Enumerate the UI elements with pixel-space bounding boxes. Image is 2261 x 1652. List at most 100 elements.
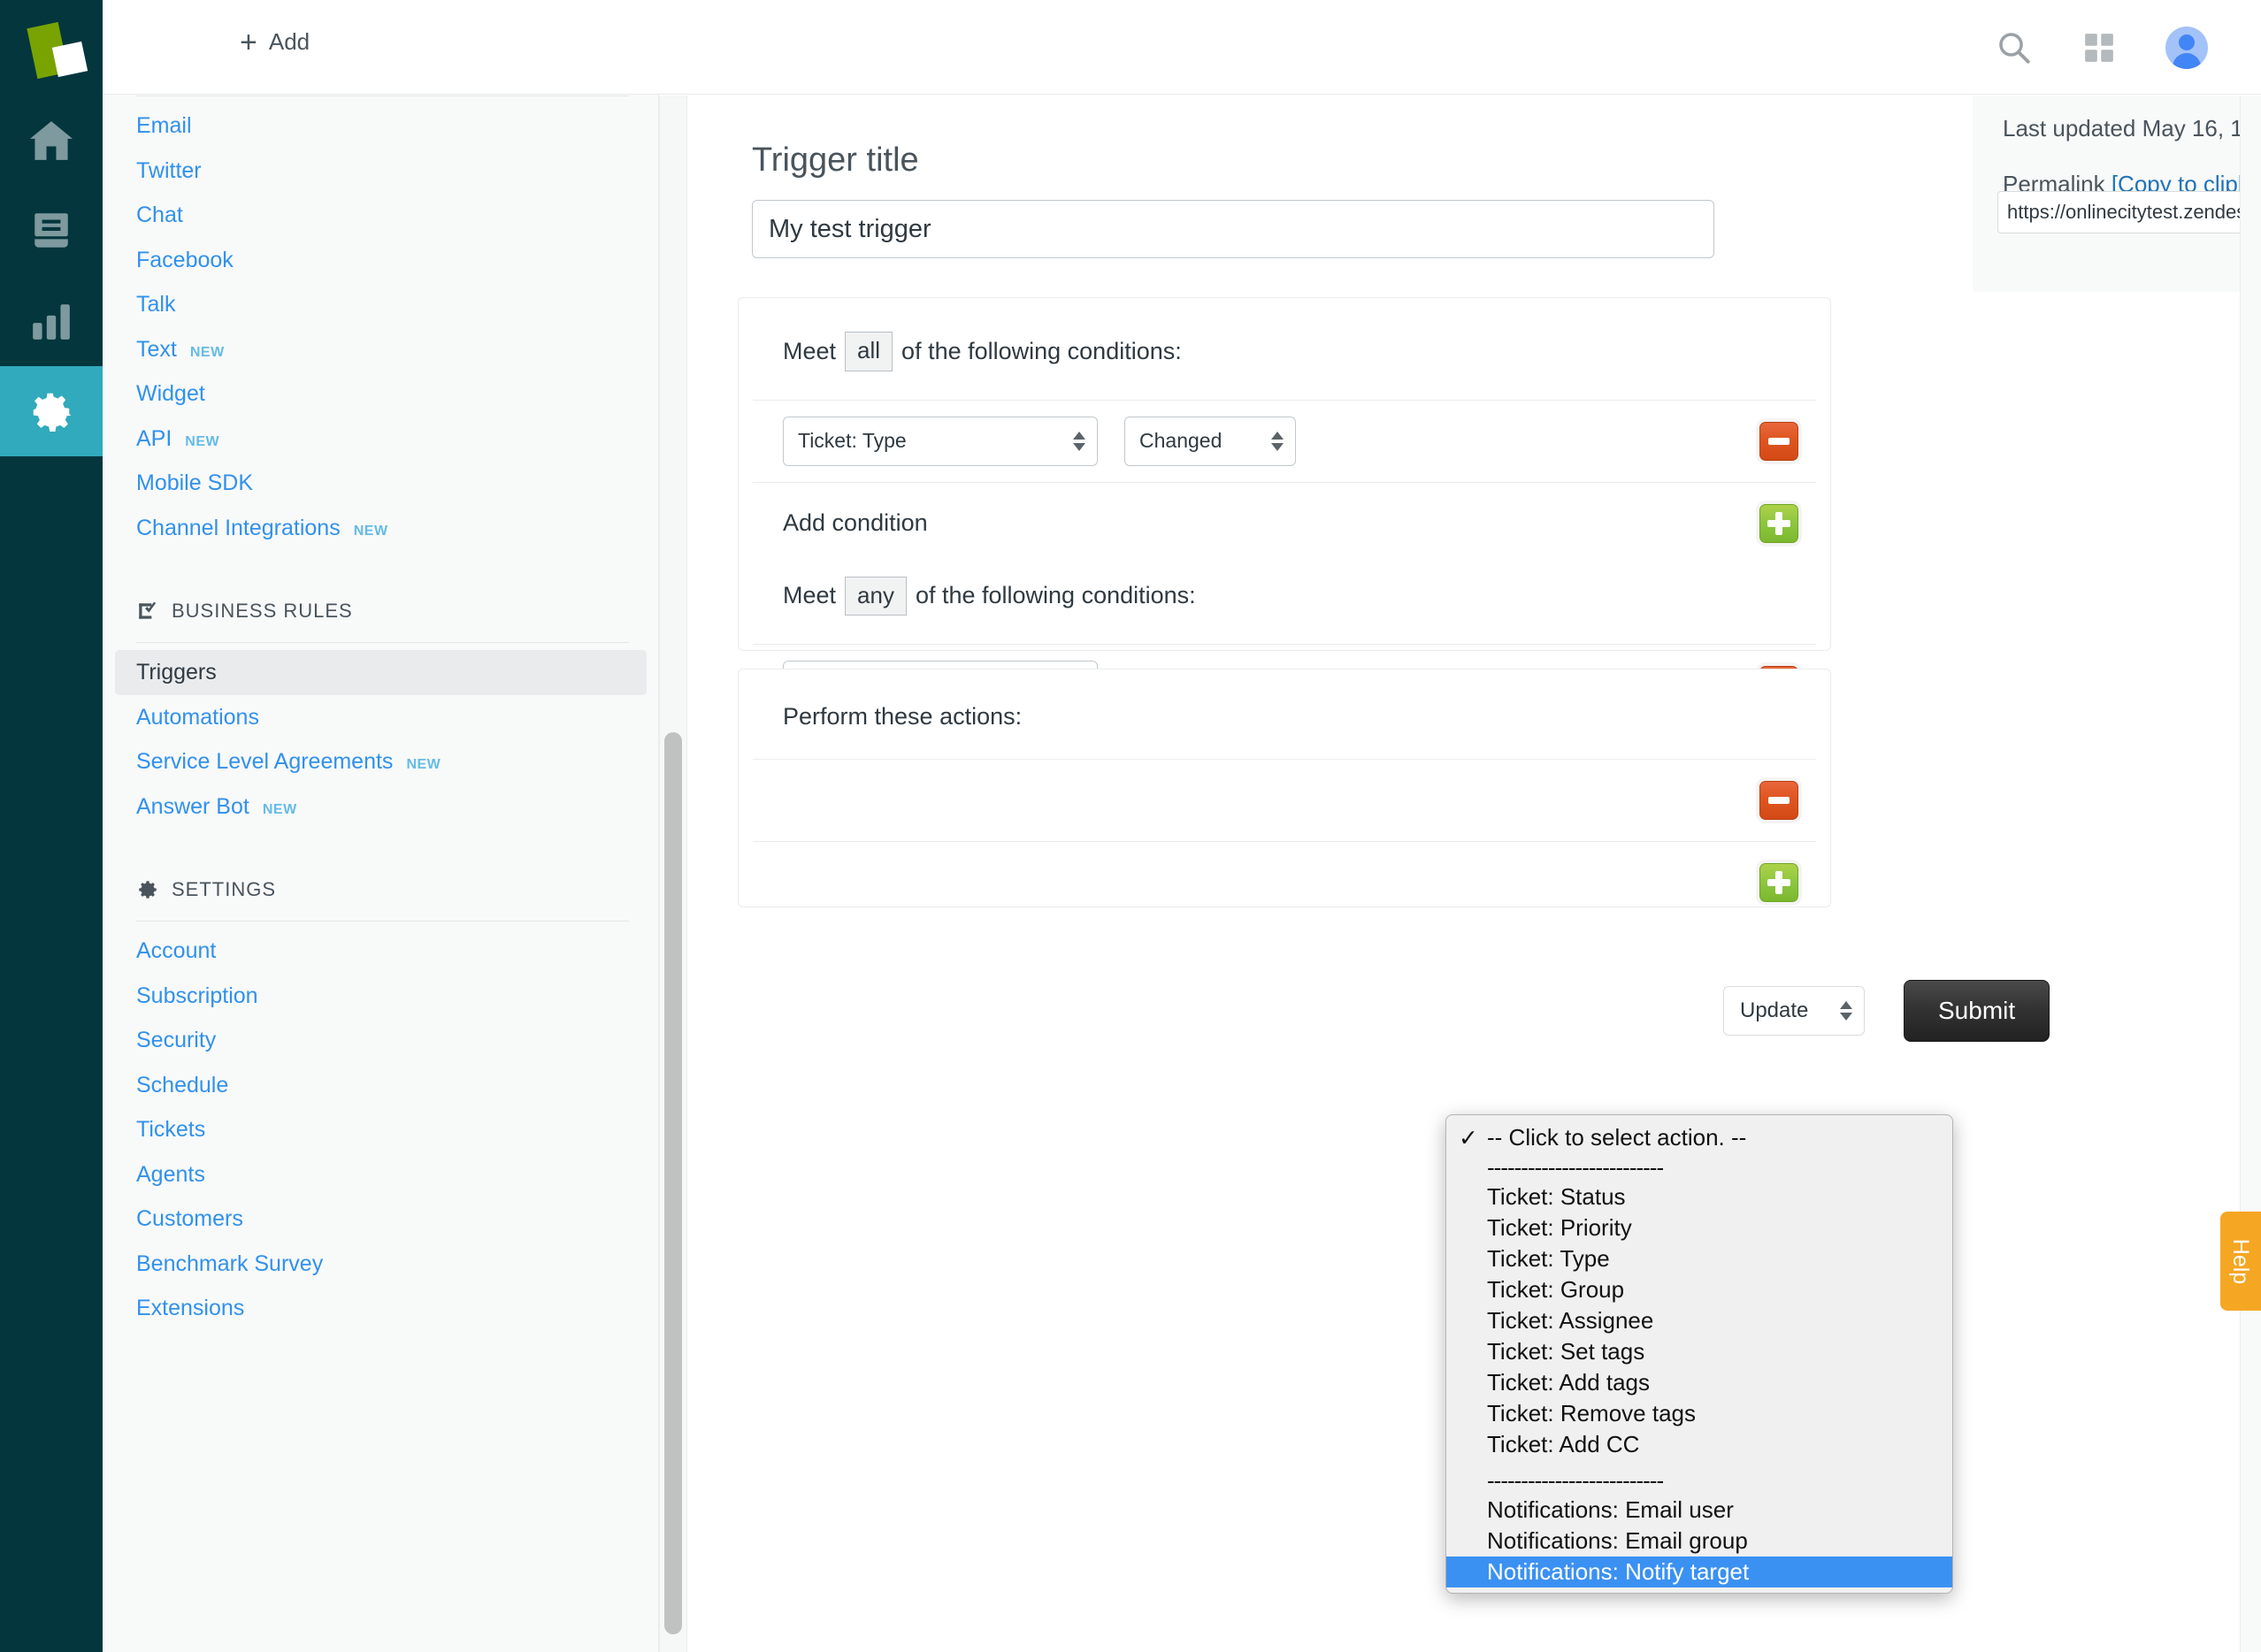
sidebar-item-widget[interactable]: Widget	[103, 371, 659, 417]
dropdown-option-ticket-type[interactable]: Ticket: Type	[1446, 1243, 1952, 1274]
sidebar-item-label: Security	[136, 1026, 216, 1055]
zendesk-logo[interactable]	[0, 0, 103, 96]
dropdown-option-ticket-assignee[interactable]: Ticket: Assignee	[1446, 1305, 1952, 1336]
meet-any-suffix: of the following conditions:	[916, 582, 1196, 609]
add-action-button[interactable]	[1759, 863, 1798, 902]
logo-white-shape	[52, 42, 88, 77]
sidebar-item-label: Service Level Agreements	[136, 747, 393, 776]
condition-operator-value: Changed	[1139, 429, 1222, 453]
sidebar-item-answer-bot[interactable]: Answer Bot NEW	[103, 784, 659, 830]
update-action-select[interactable]: Update	[1723, 986, 1865, 1036]
dropdown-option-ticket-add-tags[interactable]: Ticket: Add tags	[1446, 1367, 1952, 1398]
sidebar-item-twitter[interactable]: Twitter	[103, 149, 659, 194]
dropdown-option-click-to-select[interactable]: -- Click to select action. --	[1446, 1122, 1952, 1153]
dropdown-option-label: Ticket: Add tags	[1487, 1369, 1650, 1396]
dropdown-separator-label: --------------------------	[1487, 1154, 1663, 1182]
dropdown-option-label: Ticket: Set tags	[1487, 1338, 1644, 1365]
sidebar-section-settings: SETTINGS Account Subscription Security S…	[103, 878, 659, 1331]
dropdown-option-ticket-remove-tags[interactable]: Ticket: Remove tags	[1446, 1398, 1952, 1429]
sidebar-item-talk[interactable]: Talk	[103, 282, 659, 327]
dropdown-option-notifications-email-group[interactable]: Notifications: Email group	[1446, 1526, 1952, 1556]
dropdown-option-notifications-email-user[interactable]: Notifications: Email user	[1446, 1495, 1952, 1526]
sidebar-item-account[interactable]: Account	[103, 929, 659, 974]
rail-item-reporting[interactable]	[0, 276, 103, 366]
add-condition-button[interactable]	[1759, 504, 1798, 543]
sidebar-item-extensions[interactable]: Extensions	[103, 1286, 659, 1331]
meet-all-row: Meet all of the following conditions:	[739, 298, 1830, 371]
sidebar-item-agents[interactable]: Agents	[103, 1152, 659, 1197]
sidebar-item-api[interactable]: API NEW	[103, 417, 659, 462]
condition-operator-select[interactable]: Changed	[1124, 417, 1296, 466]
add-action-row[interactable]	[739, 842, 1830, 923]
condition-field-value: Ticket: Type	[798, 429, 907, 453]
meet-any-select[interactable]: any	[845, 577, 907, 616]
dropdown-option-ticket-group[interactable]: Ticket: Group	[1446, 1274, 1952, 1305]
dropdown-option-label: Ticket: Remove tags	[1487, 1400, 1696, 1427]
condition-row-all: Ticket: Type Changed	[739, 401, 1830, 482]
add-button[interactable]: + Add	[240, 28, 310, 56]
select-arrows-icon	[1073, 432, 1085, 451]
sidebar-item-benchmark-survey[interactable]: Benchmark Survey	[103, 1242, 659, 1287]
checklist-icon	[136, 600, 159, 623]
sidebar-item-badge: NEW	[190, 344, 225, 363]
sidebar-item-tickets[interactable]: Tickets	[103, 1107, 659, 1152]
sidebar-item-label: Channel Integrations	[136, 514, 341, 543]
sidebar-item-service-level-agreements[interactable]: Service Level Agreements NEW	[103, 739, 659, 784]
sidebar-item-subscription[interactable]: Subscription	[103, 974, 659, 1019]
remove-condition-button[interactable]	[1759, 422, 1798, 461]
sidebar-item-schedule[interactable]: Schedule	[103, 1063, 659, 1108]
reporting-bar-chart-icon	[29, 302, 73, 340]
grid-apps-icon[interactable]	[2082, 31, 2116, 65]
add-condition-row-all[interactable]: Add condition	[739, 483, 1830, 564]
sidebar-item-label: Triggers	[136, 658, 217, 687]
meet-all-select[interactable]: all	[845, 332, 893, 371]
sidebar-item-email[interactable]: Email	[103, 103, 659, 149]
dropdown-option-notifications-notify-target[interactable]: Notifications: Notify target	[1446, 1556, 1952, 1587]
sidebar-item-mobile-sdk[interactable]: Mobile SDK	[103, 461, 659, 506]
dropdown-option-ticket-add-cc[interactable]: Ticket: Add CC	[1446, 1429, 1952, 1460]
add-condition-label: Add condition	[783, 509, 928, 537]
sidebar-item-text[interactable]: Text NEW	[103, 327, 659, 372]
conditions-card: Meet all of the following conditions: Ti…	[738, 297, 1831, 651]
sidebar-item-facebook[interactable]: Facebook	[103, 238, 659, 283]
dropdown-option-label: Ticket: Group	[1487, 1276, 1624, 1304]
sidebar-item-label: Mobile SDK	[136, 469, 253, 498]
sidebar-item-triggers[interactable]: Triggers	[115, 650, 647, 695]
user-avatar-icon[interactable]	[2165, 27, 2208, 69]
rail-item-knowledge[interactable]	[0, 186, 103, 276]
search-icon[interactable]	[1996, 29, 2033, 66]
update-select-value: Update	[1740, 998, 1808, 1023]
condition-field-select[interactable]: Ticket: Type	[783, 417, 1098, 466]
sidebar-item-badge: NEW	[354, 523, 388, 541]
add-button-label: Add	[269, 28, 310, 56]
sidebar-item-automations[interactable]: Automations	[103, 695, 659, 740]
permalink-url-input[interactable]	[1997, 191, 2240, 233]
action-select-dropdown[interactable]: -- Click to select action. -- ----------…	[1445, 1114, 1953, 1594]
help-tab-button[interactable]: Help	[2220, 1212, 2261, 1311]
sidebar-item-label: Chat	[136, 201, 183, 230]
avatar-head	[2179, 34, 2195, 50]
avatar-body	[2173, 53, 2201, 69]
rail-item-home[interactable]	[0, 96, 103, 186]
sidebar-item-chat[interactable]: Chat	[103, 193, 659, 238]
sidebar-item-security[interactable]: Security	[103, 1018, 659, 1063]
submit-button[interactable]: Submit	[1904, 980, 2050, 1042]
dropdown-separator: --------------------------	[1446, 1466, 1952, 1495]
sidebar-item-label: Account	[136, 937, 216, 966]
dropdown-separator: --------------------------	[1446, 1153, 1952, 1182]
sidebar-scrollbar-thumb[interactable]	[664, 732, 682, 1634]
section-title: BUSINESS RULES	[172, 600, 353, 623]
dropdown-option-ticket-priority[interactable]: Ticket: Priority	[1446, 1212, 1952, 1243]
dropdown-option-ticket-status[interactable]: Ticket: Status	[1446, 1182, 1952, 1212]
dropdown-option-ticket-set-tags[interactable]: Ticket: Set tags	[1446, 1336, 1952, 1367]
sidebar-item-customers[interactable]: Customers	[103, 1197, 659, 1242]
remove-action-button[interactable]	[1759, 781, 1798, 820]
dropdown-option-label: Notifications: Email group	[1487, 1527, 1748, 1555]
sidebar-item-channel-integrations[interactable]: Channel Integrations NEW	[103, 506, 659, 551]
trigger-title-input[interactable]	[752, 200, 1714, 258]
meet-all-suffix: of the following conditions:	[901, 338, 1182, 365]
rail-item-settings[interactable]	[0, 366, 103, 456]
page-scrollbar-track[interactable]	[2240, 96, 2261, 1652]
home-icon	[27, 119, 75, 162]
settings-gear-icon	[27, 387, 75, 435]
